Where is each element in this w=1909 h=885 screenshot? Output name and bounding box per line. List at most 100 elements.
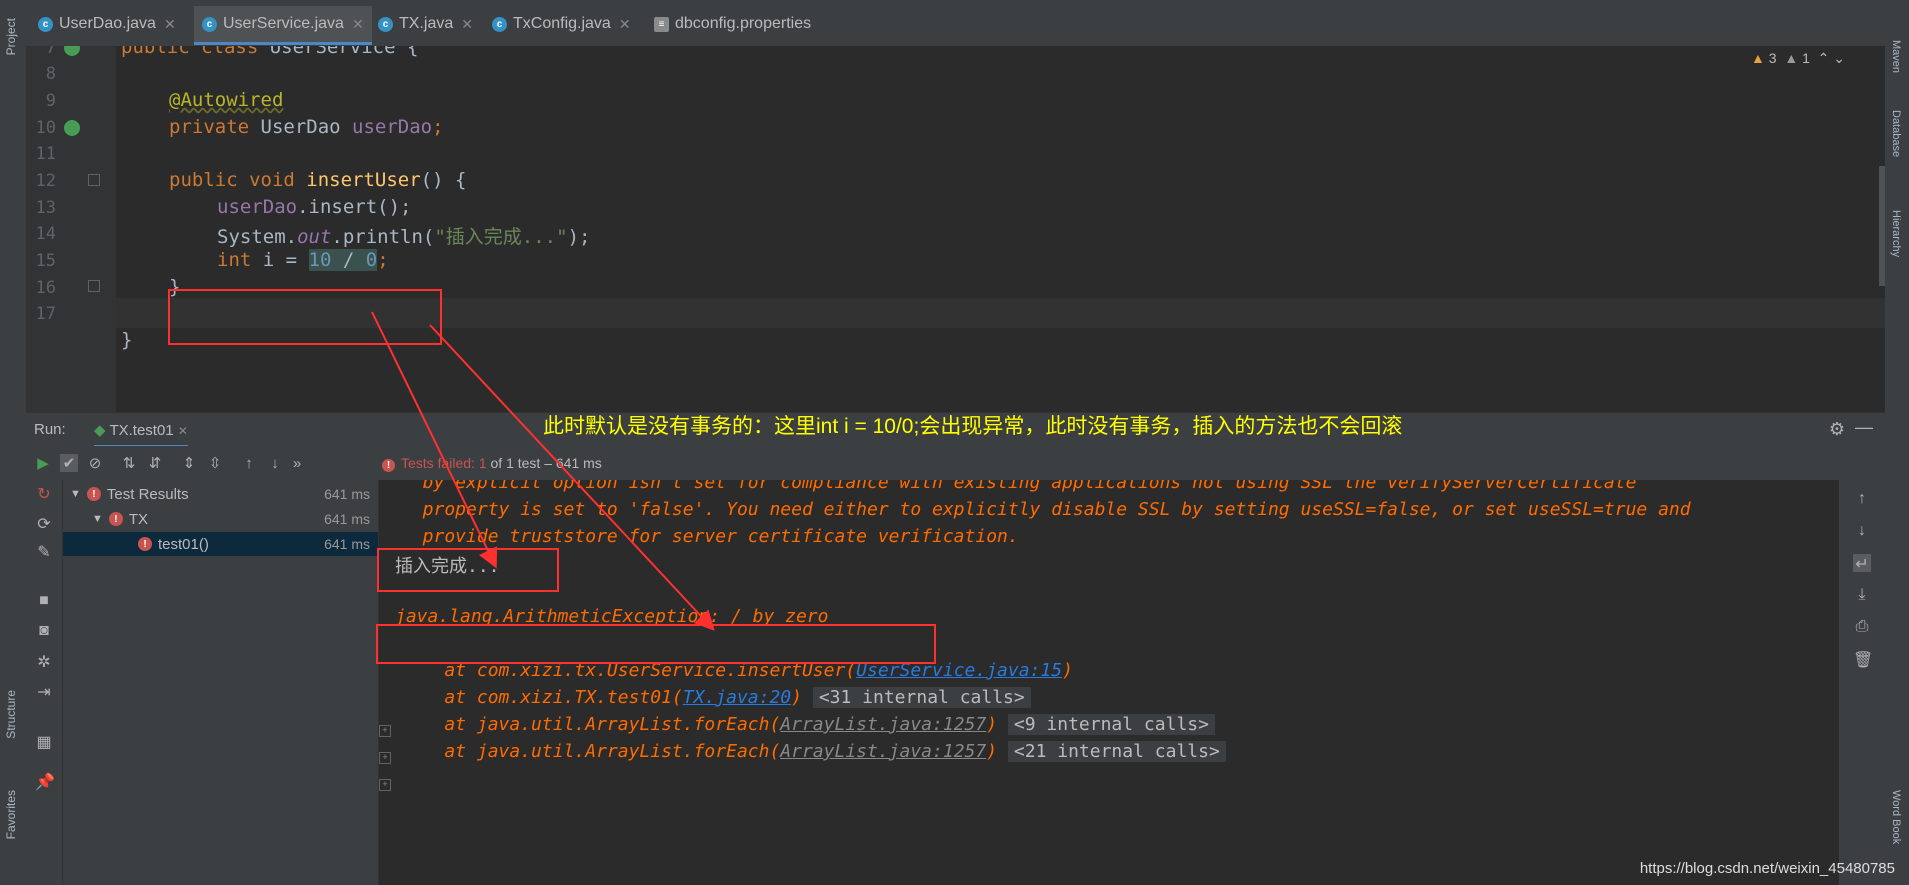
console-side-toolbar: ↑ ↓ ↵ ⤓ ⎙ 🗑 <box>1839 480 1885 885</box>
source-link[interactable]: ArrayList.java:1257 <box>780 714 986 735</box>
more-icon[interactable]: » <box>288 454 306 472</box>
status-count: 1 <box>478 455 487 471</box>
tree-label: Test Results <box>106 485 189 503</box>
run-side-toolbar: ↻ ⟳ ✎ ■ ◙ ✲ ⇥ ▦ 📌 <box>26 480 63 885</box>
tab-userdao[interactable]: c UserDao.java ✕ <box>38 6 176 42</box>
collapse-all-icon[interactable]: ⇳ <box>206 454 224 472</box>
stack-frame-end: ) <box>1062 660 1073 681</box>
console-output[interactable]: by explicit option isn't set for complia… <box>378 480 1839 885</box>
structure-tool-button[interactable]: Structure <box>4 690 18 739</box>
run-label: Run: <box>34 421 66 438</box>
warning-indicator[interactable]: ▲ 3 ▲ 1 ⌃ ⌄ <box>1751 50 1845 67</box>
status-prefix: Tests failed: <box>401 455 479 471</box>
tree-row-test01[interactable]: ! test01() 641 ms <box>26 532 378 556</box>
toggle-autotest-icon[interactable]: ⟳ <box>35 514 53 533</box>
sort-duration-icon[interactable]: ⇵ <box>146 454 164 472</box>
soft-wrap-icon[interactable]: ↵ <box>1853 554 1871 573</box>
stacktrace-line: at com.xizi.TX.test01(TX.java:20) <31 in… <box>401 687 1031 708</box>
tab-dbconfig[interactable]: ≡ dbconfig.properties <box>654 6 811 42</box>
close-icon[interactable]: ✕ <box>461 16 473 33</box>
test-status: ! Tests failed: 1 of 1 test – 641 ms <box>382 455 602 472</box>
warning-icon: ▲ <box>1750 50 1765 66</box>
chevron-down-icon[interactable]: ▼ <box>92 513 103 525</box>
minimize-icon[interactable]: — <box>1855 417 1873 438</box>
arrow-up-icon[interactable]: ↑ <box>1853 490 1871 508</box>
highlight-box-printed <box>377 548 559 592</box>
chevron-up-icon[interactable]: ⌃ <box>1818 50 1830 66</box>
arrow-down-icon[interactable]: ↓ <box>266 454 284 472</box>
fold-icon[interactable]: + <box>379 779 391 791</box>
debug-icon[interactable]: ✲ <box>35 652 53 671</box>
layout-icon[interactable]: ▦ <box>35 732 53 751</box>
code-editor[interactable]: ▲ 3 ▲ 1 ⌃ ⌄ 7 8 9 10 11 12 13 14 15 16 1… <box>26 46 1885 412</box>
tab-txconfig[interactable]: c TxConfig.java ✕ <box>492 6 631 42</box>
database-tool-button[interactable]: Database <box>1890 110 1902 157</box>
fold-icon[interactable]: + <box>379 752 391 764</box>
stack-frame-end: ) <box>986 741 998 762</box>
line-number: 15 <box>35 251 56 271</box>
arrow-up-icon[interactable]: ↑ <box>240 454 258 472</box>
scroll-to-end-icon[interactable]: ⤓ <box>1853 586 1871 604</box>
punctuation: ; <box>432 116 444 138</box>
arrow-down-icon[interactable]: ↓ <box>1853 522 1871 540</box>
error-icon: ! <box>382 459 395 472</box>
show-passed-icon[interactable]: ✔ <box>60 454 78 472</box>
number-literal: 0 <box>365 249 378 271</box>
type-name: UserDao <box>260 116 353 138</box>
chevron-down-icon[interactable]: ▼ <box>70 488 81 500</box>
internal-calls-chip[interactable]: <21 internal calls> <box>1007 741 1226 762</box>
stack-frame-end: ) <box>986 714 998 735</box>
expand-all-icon[interactable]: ⇕ <box>180 454 198 472</box>
tree-label: test01() <box>158 535 209 553</box>
close-icon[interactable]: ✕ <box>352 16 364 33</box>
rerun-failed-icon[interactable]: ↻ <box>35 484 53 503</box>
wordbook-tool-button[interactable]: Word Book <box>1890 790 1902 844</box>
gear-icon[interactable]: ⚙ <box>1829 419 1845 440</box>
close-icon[interactable]: ✕ <box>619 16 631 33</box>
error-icon: ! <box>86 487 101 501</box>
operator: / <box>331 249 366 271</box>
field-name: out <box>297 226 332 248</box>
field-name: userDao <box>352 116 433 138</box>
close-icon[interactable]: ✕ <box>164 16 176 33</box>
chevron-down-icon[interactable]: ⌄ <box>1833 50 1845 66</box>
favorites-tool-button[interactable]: Favorites <box>4 790 18 839</box>
project-tool-button[interactable]: Project <box>4 18 18 55</box>
code-line-13: userDao.insert(); <box>217 196 411 218</box>
exit-icon[interactable]: ⇥ <box>35 682 53 701</box>
internal-calls-chip[interactable]: <9 internal calls> <box>1007 714 1215 735</box>
source-link[interactable]: TX.java:20 <box>683 687 791 708</box>
line-number: 11 <box>35 144 56 164</box>
wrench-icon[interactable]: ✎ <box>35 542 53 561</box>
code-line-10: private UserDao userDao; <box>169 116 444 138</box>
method-call: .insert(); <box>297 196 412 218</box>
tab-run-test01[interactable]: ◆ TX.test01 ✕ <box>94 421 188 448</box>
editor-scrollbar[interactable] <box>1879 166 1885 286</box>
fold-icon[interactable]: + <box>379 725 391 737</box>
tab-userservice[interactable]: c UserService.java ✕ <box>194 6 372 45</box>
code-line-12: public void insertUser() { <box>169 169 466 191</box>
print-icon[interactable]: ⎙ <box>1853 618 1871 636</box>
show-ignored-icon[interactable]: ⊘ <box>86 454 104 472</box>
camera-icon[interactable]: ◙ <box>35 622 53 640</box>
stop-icon[interactable]: ■ <box>35 592 53 610</box>
maven-tool-button[interactable]: Maven <box>1890 40 1902 73</box>
tab-tx[interactable]: c TX.java ✕ <box>378 6 473 42</box>
left-tool-strip: Project Structure Favorites <box>0 0 27 885</box>
line-number: 13 <box>35 198 56 218</box>
rerun-icon[interactable]: ▶ <box>34 454 52 472</box>
highlight-box-exception <box>376 624 936 664</box>
fold-icon[interactable] <box>88 280 100 292</box>
sort-alpha-icon[interactable]: ⇅ <box>120 454 138 472</box>
source-link[interactable]: ArrayList.java:1257 <box>780 741 986 762</box>
line-number: 7 <box>45 46 56 58</box>
hierarchy-tool-button[interactable]: Hierarchy <box>1890 210 1902 257</box>
close-icon[interactable]: ✕ <box>178 424 188 438</box>
bean-gutter-icon[interactable] <box>64 120 80 136</box>
trash-icon[interactable]: 🗑 <box>1853 650 1873 669</box>
fold-icon[interactable] <box>88 174 100 186</box>
pin-icon[interactable]: 📌 <box>35 772 55 791</box>
internal-calls-chip[interactable]: <31 internal calls> <box>812 687 1031 708</box>
tree-row-tx[interactable]: ▼ ! TX 641 ms <box>26 507 378 531</box>
tree-row-test-results[interactable]: ▼ ! Test Results 641 ms <box>26 482 378 506</box>
